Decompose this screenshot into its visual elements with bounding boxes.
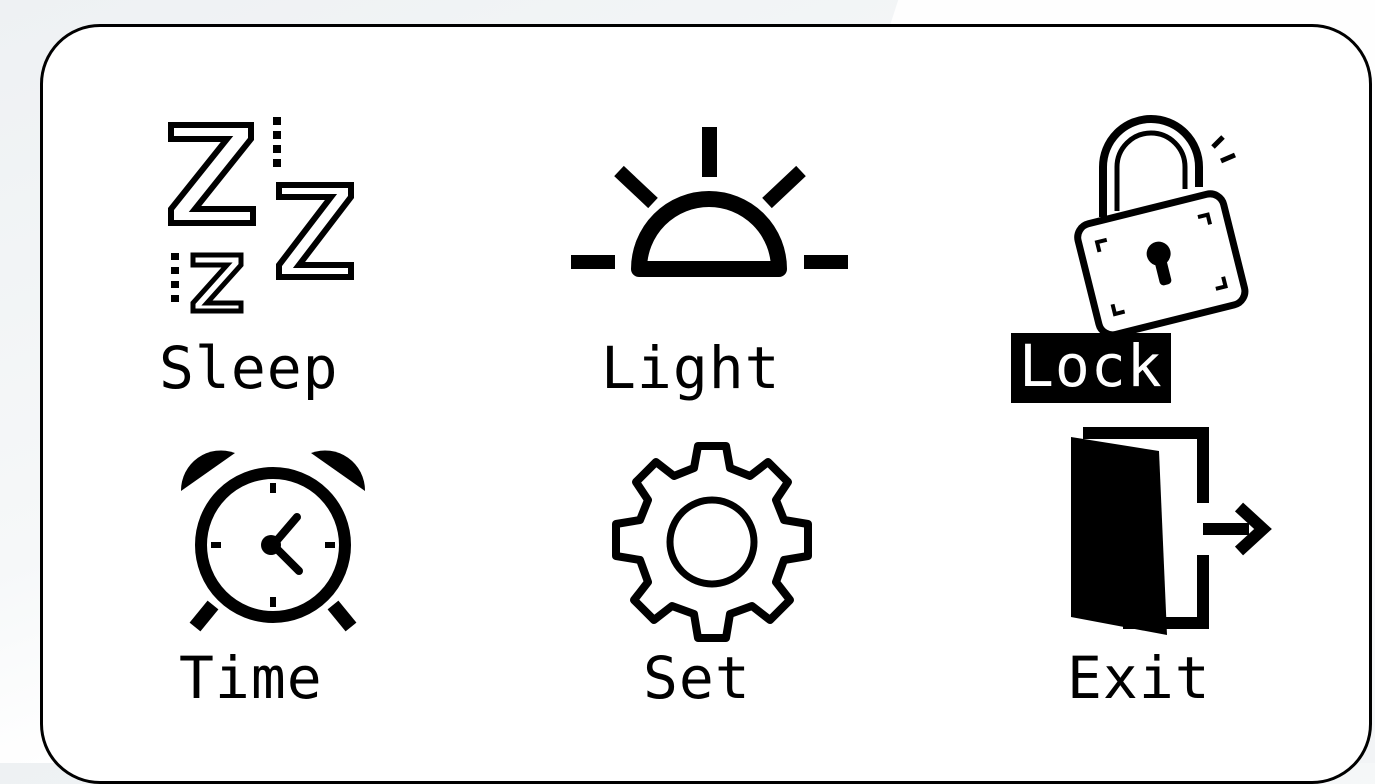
menu-label-lock: Lock <box>1011 333 1171 403</box>
menu-label-set: Set <box>643 644 751 712</box>
padlock-open-icon <box>1074 115 1249 337</box>
alarm-clock-icon <box>180 450 366 632</box>
menu-label-exit: Exit <box>1067 644 1211 712</box>
sunrise-icon <box>571 127 848 277</box>
gear-icon <box>612 442 812 642</box>
door-exit-icon <box>1071 427 1272 635</box>
sleep-zzz-icon <box>168 117 354 314</box>
menu-label-time: Time <box>179 644 323 712</box>
menu-label-light: Light <box>601 334 781 402</box>
menu-label-sleep: Sleep <box>159 334 339 402</box>
lcd-screen: Sleep Light Lock Time Set Exit <box>40 24 1372 784</box>
